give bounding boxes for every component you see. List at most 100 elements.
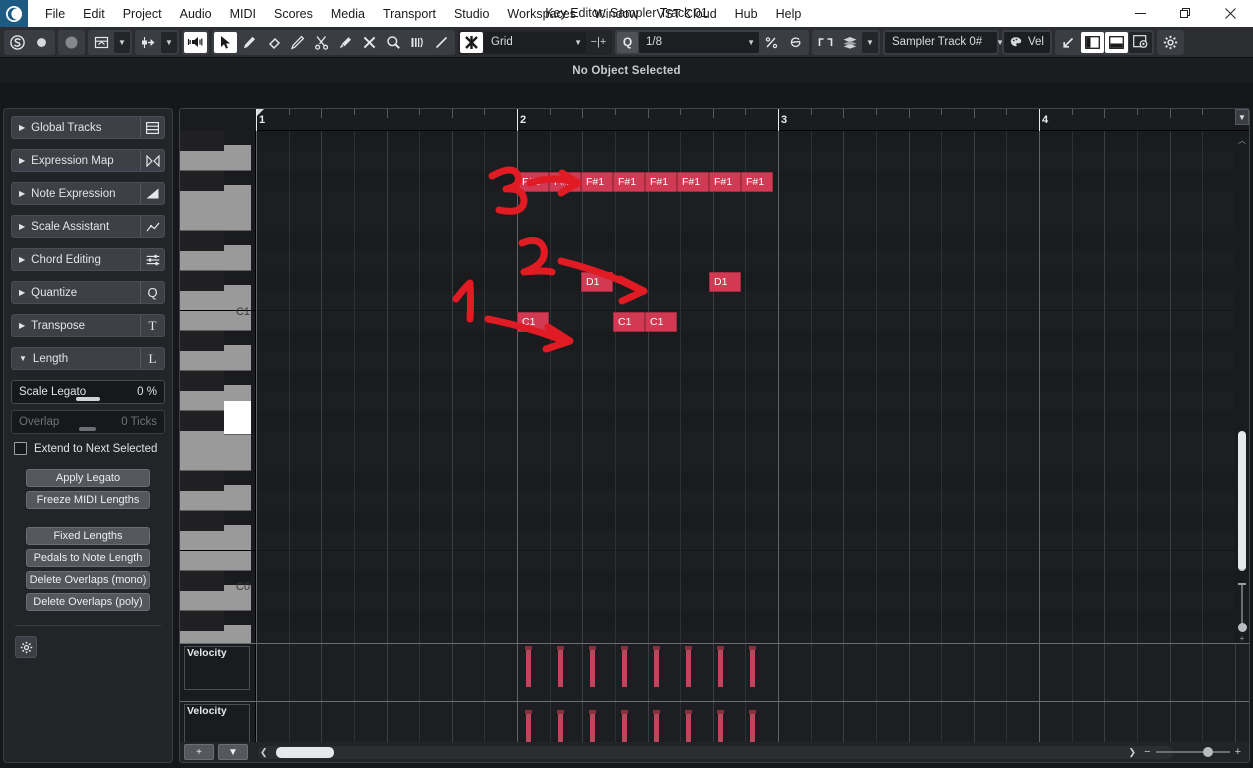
menu-studio[interactable]: Studio	[445, 2, 498, 26]
sidebar-item-note-expression[interactable]: ▶ Note Expression	[11, 182, 165, 205]
horizontal-scroll-thumb[interactable]	[276, 746, 334, 758]
velocity-handle[interactable]	[525, 710, 532, 714]
piano-black-key[interactable]	[180, 471, 224, 491]
scroll-up-arrow[interactable]: ︿	[1235, 133, 1249, 147]
velocity-bar[interactable]	[590, 648, 595, 687]
midi-note[interactable]: F#1	[741, 172, 773, 192]
delete-overlaps-mono-button[interactable]: Delete Overlaps (mono)	[26, 571, 150, 589]
setup-window-layout-button[interactable]	[1057, 31, 1080, 53]
velocity-bar[interactable]	[750, 648, 755, 687]
menu-bar[interactable]: File Edit Project Audio MIDI Scores Medi…	[36, 0, 810, 27]
scroll-down-arrow[interactable]: ﹀	[1235, 565, 1249, 579]
grid-type-select[interactable]: Grid ▼	[484, 31, 586, 53]
snap-button[interactable]	[137, 31, 160, 53]
snap-on-off-button[interactable]	[460, 31, 483, 53]
menu-audio[interactable]: Audio	[171, 2, 221, 26]
gear-icon[interactable]	[15, 636, 37, 658]
sidebar-item-scale-assistant[interactable]: ▶ Scale Assistant	[11, 215, 165, 238]
velocity-handle[interactable]	[525, 646, 532, 650]
midi-note[interactable]: C1	[613, 312, 645, 332]
piano-black-key[interactable]	[180, 331, 224, 351]
note-color-select[interactable]: Vel	[1004, 31, 1050, 53]
vertical-scrollbar[interactable]: ︿ ﹀ +	[1235, 131, 1249, 643]
pedals-to-note-length-button[interactable]: Pedals to Note Length	[26, 549, 150, 567]
midi-note[interactable]: D1	[709, 272, 741, 292]
horizontal-zoom-slider[interactable]: − +	[1144, 746, 1241, 759]
scroll-left-arrow[interactable]: ❮	[260, 747, 268, 758]
scale-legato-slider[interactable]: Scale Legato 0 %	[11, 380, 165, 404]
extend-to-next-selected-checkbox[interactable]	[14, 442, 27, 455]
velocity-handle[interactable]	[653, 710, 660, 714]
menu-transport[interactable]: Transport	[374, 2, 445, 26]
menu-window[interactable]: Window	[585, 2, 647, 26]
zoom-out-label[interactable]: −	[1144, 746, 1150, 758]
add-lane-button[interactable]: +	[184, 744, 214, 760]
midi-note[interactable]: C1	[517, 312, 549, 332]
piano-black-key[interactable]	[180, 171, 224, 191]
window-layout-settings-button[interactable]	[1129, 31, 1152, 53]
auto-scroll-button[interactable]	[90, 31, 113, 53]
velocity-bar[interactable]	[654, 648, 659, 687]
lane-header[interactable]: Velocity	[180, 644, 256, 701]
sidebar-item-quantize[interactable]: ▶ Quantize Q	[11, 281, 165, 304]
horizontal-zoom-track[interactable]	[1155, 747, 1230, 757]
velocity-handle[interactable]	[717, 710, 724, 714]
piano-white-key[interactable]	[180, 545, 251, 571]
midi-note[interactable]: C1	[645, 312, 677, 332]
loop-brackets-icon[interactable]	[814, 31, 837, 53]
velocity-bar[interactable]	[526, 648, 531, 687]
piano-white-key[interactable]	[180, 205, 251, 231]
piano-black-key[interactable]	[180, 231, 224, 251]
midi-note[interactable]: F#1	[645, 172, 677, 192]
vertical-scroll-thumb[interactable]	[1238, 431, 1246, 571]
lane-body[interactable]	[256, 644, 1249, 701]
velocity-handle[interactable]	[749, 646, 756, 650]
midi-note[interactable]: F#1	[549, 172, 581, 192]
menu-midi[interactable]: MIDI	[221, 2, 265, 26]
sidebar-item-chord-editing[interactable]: ▶ Chord Editing	[11, 248, 165, 271]
fixed-lengths-button[interactable]: Fixed Lengths	[26, 527, 150, 545]
split-tool[interactable]	[310, 31, 333, 53]
solo-editor-button[interactable]	[6, 31, 29, 53]
glue-tool[interactable]	[334, 31, 357, 53]
midi-note[interactable]: F#1	[677, 172, 709, 192]
menu-hub[interactable]: Hub	[726, 2, 767, 26]
menu-workspaces[interactable]: Workspaces	[498, 2, 585, 26]
velocity-bar[interactable]	[686, 648, 691, 687]
piano-black-key[interactable]	[180, 411, 224, 431]
velocity-handle[interactable]	[749, 710, 756, 714]
minimize-button[interactable]	[1118, 0, 1163, 27]
ruler[interactable]: 1234	[180, 109, 1249, 131]
gear-icon[interactable]	[1159, 31, 1182, 53]
piano-black-key[interactable]	[180, 611, 224, 631]
horizontal-zoom-knob[interactable]	[1202, 747, 1213, 757]
trim-tool[interactable]	[286, 31, 309, 53]
quantize-preset-select[interactable]: 1/8 ▼	[639, 31, 759, 53]
zoom-tool[interactable]	[382, 31, 405, 53]
piano-black-key[interactable]	[180, 511, 224, 531]
sidebar-item-length[interactable]: ▼ Length L	[11, 347, 165, 370]
extend-to-next-selected-row[interactable]: Extend to Next Selected	[14, 442, 165, 455]
show-lower-zone-button[interactable]	[1105, 31, 1128, 53]
velocity-bar[interactable]	[558, 648, 563, 687]
horizontal-scroll-track[interactable]	[258, 745, 1173, 759]
scroll-right-arrow[interactable]: ❯	[1128, 747, 1136, 758]
note-grid[interactable]: F#1 F#1 F#1 F#1 F#1 F#1 F#1 F#1 D1 D1 C1 C1 C1	[256, 131, 1249, 643]
piano-black-key[interactable]	[180, 371, 224, 391]
velocity-handle[interactable]	[621, 710, 628, 714]
overlap-slider[interactable]: Overlap 0 Ticks	[11, 410, 165, 434]
lane-name-label[interactable]: Velocity	[184, 647, 248, 663]
velocity-handle[interactable]	[589, 710, 596, 714]
velocity-bar[interactable]	[718, 648, 723, 687]
menu-project[interactable]: Project	[114, 2, 171, 26]
sidebar-item-global-tracks[interactable]: ▶ Global Tracks	[11, 116, 165, 139]
object-selection-tool[interactable]	[214, 31, 237, 53]
piano-black-key[interactable]	[180, 271, 224, 291]
timewarp-tool[interactable]	[406, 31, 429, 53]
overlap-knob[interactable]	[79, 427, 96, 431]
velocity-handle[interactable]	[685, 710, 692, 714]
lane-name-label[interactable]: Velocity	[184, 705, 248, 721]
quantize-panel-button[interactable]	[784, 31, 807, 53]
midi-note[interactable]: F#1	[709, 172, 741, 192]
velocity-bar[interactable]	[622, 648, 627, 687]
